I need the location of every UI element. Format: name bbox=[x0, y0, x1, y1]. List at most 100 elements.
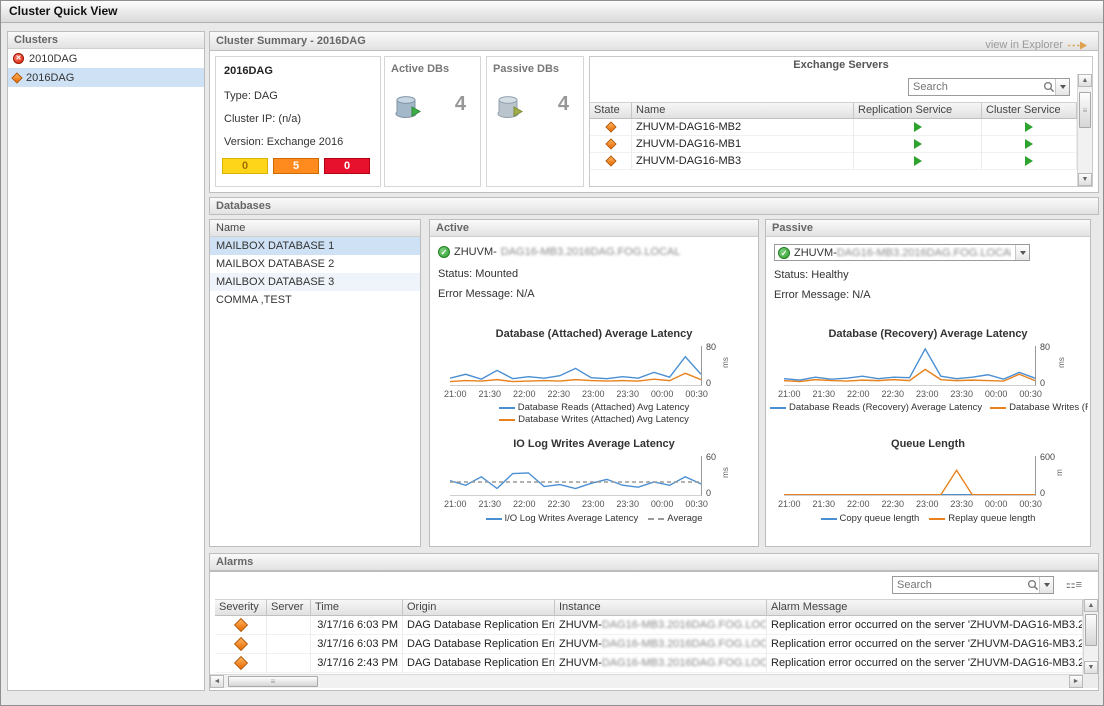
col-instance[interactable]: Instance bbox=[555, 599, 767, 616]
x-tick-label: 21:30 bbox=[812, 499, 835, 509]
alarm-server-cell bbox=[267, 654, 311, 673]
window-title: Cluster Quick View bbox=[1, 1, 1103, 23]
x-tick-label: 00:00 bbox=[985, 499, 1008, 509]
chart-legend: I/O Log Writes Average LatencyAverage bbox=[430, 513, 758, 524]
database-item[interactable]: MAILBOX DATABASE 3 bbox=[210, 273, 420, 291]
alarm-message: Replication error occurred on the server… bbox=[767, 654, 1083, 673]
servers-scrollbar[interactable]: ▲ ≡ ▼ bbox=[1077, 74, 1092, 186]
col-time[interactable]: Time bbox=[311, 599, 403, 616]
database-item[interactable]: MAILBOX DATABASE 2 bbox=[210, 255, 420, 273]
select-dropdown-button[interactable] bbox=[1015, 245, 1029, 260]
alarm-row[interactable]: 3/17/16 6:03 PM DAG Database Replication… bbox=[215, 616, 1083, 635]
x-tick-label: 00:00 bbox=[985, 389, 1008, 399]
fatal-count-badge[interactable]: 0 bbox=[324, 158, 370, 174]
table-options-icon[interactable]: ⚏≡ bbox=[1066, 580, 1082, 591]
y-unit-label: ms bbox=[721, 467, 730, 478]
database-list-header[interactable]: Name bbox=[210, 220, 420, 237]
legend-label: Database Writes (Recovery) Average Laten… bbox=[1009, 402, 1088, 413]
alarm-instance: ZHUVM-DAG16-MB3.2016DAG.FOG.LOCAL bbox=[555, 654, 767, 673]
x-tick-label: 23:00 bbox=[916, 389, 939, 399]
x-tick-label: 00:30 bbox=[1019, 389, 1042, 399]
scrollbar-thumb[interactable] bbox=[1085, 614, 1097, 646]
col-origin[interactable]: Origin bbox=[403, 599, 555, 616]
x-axis-labels: 21:0021:3022:0022:3023:0023:3000:0000:30 bbox=[444, 499, 708, 509]
warning-count-badge[interactable]: 0 bbox=[222, 158, 268, 174]
servers-search-input[interactable] bbox=[909, 81, 1043, 93]
legend-item: Copy queue length bbox=[821, 513, 920, 524]
scroll-down-icon[interactable]: ▼ bbox=[1078, 173, 1092, 186]
y-min-label: 0 bbox=[1040, 378, 1045, 388]
server-row[interactable]: ZHUVM-DAG16-MB2 bbox=[590, 119, 1077, 136]
critical-count-badge[interactable]: 5 bbox=[273, 158, 319, 174]
col-severity[interactable]: Severity bbox=[215, 599, 267, 616]
cluster-item-2010dag[interactable]: ✕ 2010DAG bbox=[8, 49, 204, 68]
x-tick-label: 23:30 bbox=[616, 499, 639, 509]
y-max-label: 80 bbox=[706, 342, 716, 352]
scrollbar-thumb[interactable]: ≡ bbox=[228, 676, 318, 687]
x-tick-label: 23:30 bbox=[950, 499, 973, 509]
warning-state-icon bbox=[605, 138, 616, 149]
search-options-button[interactable] bbox=[1039, 577, 1053, 593]
cluster-type: Type: DAG bbox=[224, 90, 278, 102]
col-message[interactable]: Alarm Message bbox=[767, 599, 1083, 616]
database-item[interactable]: COMMA ,TEST bbox=[210, 291, 420, 309]
alarm-origin: DAG Database Replication Error bbox=[403, 635, 555, 654]
database-icon bbox=[393, 95, 423, 119]
server-row[interactable]: ZHUVM-DAG16-MB3 bbox=[590, 153, 1077, 170]
x-tick-label: 00:30 bbox=[1019, 499, 1042, 509]
x-tick-label: 22:00 bbox=[513, 389, 536, 399]
legend-label: Replay queue length bbox=[948, 513, 1035, 524]
scroll-left-icon[interactable]: ◄ bbox=[210, 675, 224, 688]
alarm-row[interactable]: 3/17/16 6:03 PM DAG Database Replication… bbox=[215, 635, 1083, 654]
col-state[interactable]: State bbox=[590, 102, 632, 119]
service-running-icon bbox=[1025, 156, 1033, 166]
alarms-search-input[interactable] bbox=[893, 579, 1027, 591]
cluster-item-2016dag[interactable]: 2016DAG bbox=[8, 68, 204, 87]
col-server[interactable]: Server bbox=[267, 599, 311, 616]
active-server-line: ✓ ZHUVM-DAG16-MB3.2016DAG.FOG.LOCAL bbox=[438, 246, 681, 258]
databases-title: Databases bbox=[216, 200, 271, 212]
view-in-explorer-link[interactable]: view in Explorer bbox=[985, 36, 1088, 51]
scroll-right-icon[interactable]: ► bbox=[1069, 675, 1083, 688]
passive-panel-title: Passive bbox=[766, 220, 1090, 237]
chart-title: Database (Recovery) Average Latency bbox=[766, 328, 1090, 340]
database-item[interactable]: MAILBOX DATABASE 1 bbox=[210, 237, 420, 255]
alarms-hscrollbar[interactable]: ◄ ≡ ► bbox=[210, 674, 1083, 688]
passive-server-select[interactable]: ✓ ZHUVM-DAG16-MB3.2016DAG.FOG.LOCAL bbox=[774, 244, 1030, 261]
databases-header: Databases bbox=[209, 197, 1099, 215]
explorer-arrow-icon bbox=[1068, 41, 1088, 50]
cluster-ip: Cluster IP: (n/a) bbox=[224, 113, 301, 125]
legend-label: Database Writes (Attached) Avg Latency bbox=[518, 414, 689, 425]
chart-legend: Copy queue length Replay queue length bbox=[766, 513, 1090, 524]
legend-swatch bbox=[486, 518, 502, 520]
servers-table-header: State Name Replication Service Cluster S… bbox=[590, 102, 1077, 119]
col-cluster[interactable]: Cluster Service bbox=[982, 102, 1077, 119]
chart-title: IO Log Writes Average Latency bbox=[430, 438, 758, 450]
alarm-row[interactable]: 3/17/16 2:43 PM DAG Database Replication… bbox=[215, 654, 1083, 673]
service-running-icon bbox=[914, 139, 922, 149]
scroll-up-icon[interactable]: ▲ bbox=[1084, 599, 1098, 612]
instance-prefix: ZHUVM- bbox=[559, 619, 602, 631]
database-icon bbox=[495, 95, 525, 119]
col-name[interactable]: Name bbox=[632, 102, 854, 119]
search-options-button[interactable] bbox=[1055, 79, 1069, 95]
scroll-down-icon[interactable]: ▼ bbox=[1084, 661, 1098, 674]
view-in-explorer-label: view in Explorer bbox=[985, 36, 1063, 51]
alarms-vscrollbar[interactable]: ▲ ▼ bbox=[1083, 599, 1098, 674]
y-min-label: 0 bbox=[1040, 488, 1045, 498]
cluster-info-card: 2016DAG Type: DAG Cluster IP: (n/a) Vers… bbox=[215, 56, 381, 187]
database-list: Name MAILBOX DATABASE 1 MAILBOX DATABASE… bbox=[209, 219, 421, 547]
scrollbar-thumb[interactable]: ≡ bbox=[1079, 92, 1091, 128]
scroll-up-icon[interactable]: ▲ bbox=[1078, 74, 1092, 87]
server-row[interactable]: ZHUVM-DAG16-MB1 bbox=[590, 136, 1077, 153]
passive-server-name-redacted: DAG16-MB3.2016DAG.FOG.LOCAL bbox=[837, 247, 1011, 259]
y-min-label: 0 bbox=[706, 488, 711, 498]
alarm-time: 3/17/16 2:43 PM bbox=[311, 654, 403, 673]
legend-label: Database Reads (Attached) Avg Latency bbox=[518, 402, 689, 413]
active-dbs-card: Active DBs 4 bbox=[384, 56, 481, 187]
col-replication[interactable]: Replication Service bbox=[854, 102, 982, 119]
warning-severity-icon bbox=[233, 618, 247, 632]
servers-search bbox=[908, 78, 1070, 96]
legend-item: Database Reads (Attached) Avg Latency bbox=[499, 402, 689, 413]
active-status: Status: Mounted bbox=[438, 268, 518, 280]
